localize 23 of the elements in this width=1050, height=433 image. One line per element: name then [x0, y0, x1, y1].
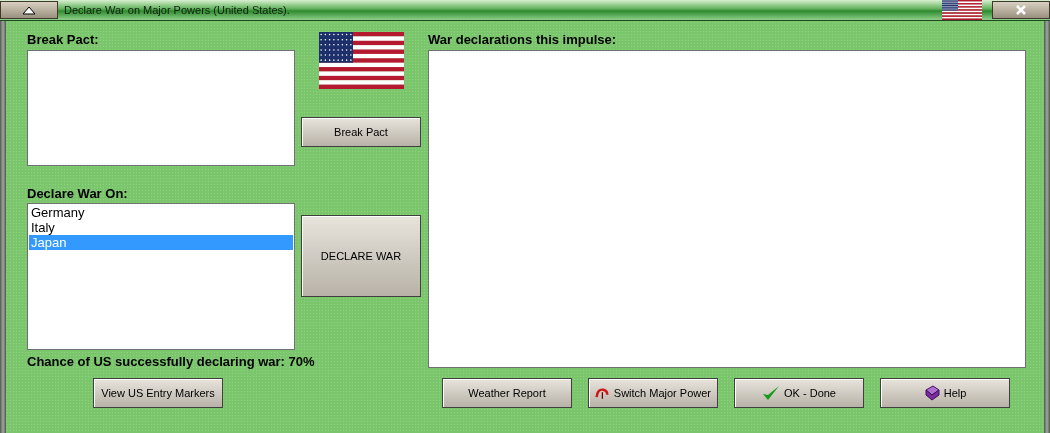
minimize-button[interactable] [0, 1, 58, 19]
flag-icon [942, 0, 982, 20]
close-icon [1015, 4, 1027, 16]
action-button[interactable]: OK - Done [734, 378, 864, 408]
checkmark-icon [762, 385, 780, 401]
action-button[interactable]: Help [880, 378, 1010, 408]
action-button[interactable]: View US Entry Markers [93, 378, 223, 408]
section-label: Break Pact: [27, 32, 100, 48]
triangle-icon [22, 5, 36, 15]
list-item[interactable]: Italy [29, 220, 293, 235]
section-label: War declarations this impulse: [428, 32, 618, 48]
action-button[interactable]: Weather Report [442, 378, 572, 408]
close-button[interactable] [992, 1, 1050, 19]
chance-text: Chance of US successfully declaring war: 70% [27, 354, 315, 370]
window-title: Declare War on Major Powers (United States). [64, 4, 291, 16]
pact-list[interactable] [27, 50, 295, 166]
declare-war-button[interactable]: DECLARE WAR [301, 215, 421, 297]
action-button[interactable]: Switch Major Power [588, 378, 718, 408]
book-icon [923, 385, 940, 401]
section-label: Declare War On: [27, 186, 129, 202]
country-list[interactable]: Germany Italy Japan [27, 203, 295, 350]
break-pact-button[interactable]: Break Pact [301, 117, 421, 147]
list-item[interactable]: Germany [29, 205, 293, 220]
